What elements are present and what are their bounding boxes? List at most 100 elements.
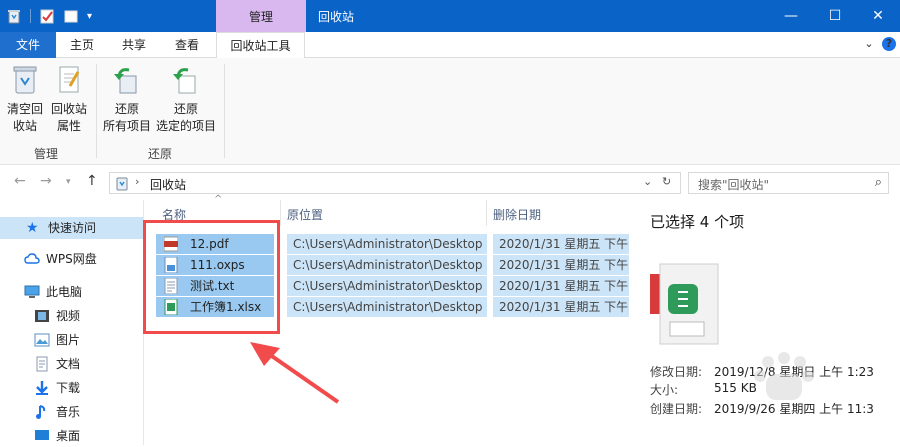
group-divider <box>96 64 97 158</box>
download-icon <box>36 381 48 395</box>
refresh-icon[interactable]: ↻ <box>662 175 671 188</box>
address-bar[interactable]: › 回收站 ⌄ ↻ <box>109 172 681 194</box>
nav-quick-access[interactable]: ★ 快速访问 <box>0 217 143 239</box>
search-box[interactable]: 搜索"回收站" ⌕ <box>688 172 889 194</box>
tab-file[interactable]: 文件 <box>0 32 56 58</box>
navigation-bar: ← → ▾ ↑ › 回收站 ⌄ ↻ 搜索"回收站" ⌕ <box>0 168 900 198</box>
empty-bin-label-1: 清空回 <box>6 102 43 116</box>
nav-wps-drive[interactable]: WPS网盘 <box>24 248 97 270</box>
group-divider <box>224 64 225 158</box>
file-date-deleted: 2020/1/31 星期五 下午 <box>493 297 629 317</box>
nav-label: 快速访问 <box>48 221 97 235</box>
file-location: C:\Users\Administrator\Desktop <box>287 255 487 275</box>
close-button[interactable]: ✕ <box>855 0 900 32</box>
nav-this-pc[interactable]: 此电脑 <box>24 281 82 303</box>
back-arrow-icon[interactable]: ← <box>14 173 26 189</box>
column-divider[interactable] <box>280 200 281 226</box>
tab-home[interactable]: 主页 <box>60 32 104 58</box>
restore-all-icon <box>114 68 137 94</box>
computer-icon <box>24 285 40 298</box>
sort-ascending-icon: ^ <box>214 194 223 205</box>
file-date-deleted: 2020/1/31 星期五 下午 <box>493 234 629 254</box>
help-icon[interactable]: ? <box>882 37 896 51</box>
empty-recycle-bin-button[interactable]: 清空回 收站 <box>4 64 46 135</box>
navigation-pane: ★ 快速访问 WPS网盘 此电脑 视频 图片 文档 下载 音乐 桌面 <box>0 200 143 445</box>
properties-label-2: 属性 <box>56 119 81 133</box>
maximize-button[interactable]: ☐ <box>812 0 858 32</box>
file-location: C:\Users\Administrator\Desktop <box>287 276 487 296</box>
nav-label: WPS网盘 <box>46 252 97 266</box>
divider <box>30 9 31 23</box>
tab-share[interactable]: 共享 <box>112 32 156 58</box>
nav-label: 文档 <box>56 357 81 371</box>
multi-file-preview-icon <box>650 263 719 345</box>
column-header-location[interactable]: 原位置 <box>287 206 323 223</box>
restore-all-label-2: 所有项目 <box>102 119 151 133</box>
nav-label: 桌面 <box>56 429 81 443</box>
customize-toolbar-icon[interactable]: ▾ <box>87 11 92 22</box>
star-icon: ★ <box>26 220 39 236</box>
context-tab-manage[interactable]: 管理 <box>216 0 306 32</box>
nav-documents[interactable]: 文档 <box>34 353 80 375</box>
group-label-restore: 还原 <box>148 147 173 161</box>
highlight-box <box>143 220 280 334</box>
file-date-deleted: 2020/1/31 星期五 下午 <box>493 255 629 275</box>
desktop-icon <box>35 430 49 440</box>
size-label: 大小: <box>650 383 679 397</box>
cloud-icon <box>24 253 40 264</box>
restore-selected-label-2: 选定的项目 <box>155 119 216 133</box>
new-folder-icon[interactable] <box>63 8 79 24</box>
breadcrumb-recycle-bin[interactable]: 回收站 <box>150 176 186 193</box>
window-title: 回收站 <box>318 10 355 24</box>
selection-count: 已选择 4 个项 <box>650 213 745 231</box>
empty-bin-icon <box>13 66 37 94</box>
restore-all-button[interactable]: 还原 所有项目 <box>100 64 154 135</box>
recycle-bin-icon <box>116 177 128 191</box>
restore-all-label-1: 还原 <box>114 102 139 116</box>
nav-videos[interactable]: 视频 <box>34 305 80 327</box>
file-date-deleted: 2020/1/31 星期五 下午 <box>493 276 629 296</box>
document-icon <box>36 356 48 372</box>
restore-selected-icon <box>173 68 196 94</box>
nav-label: 图片 <box>56 333 81 347</box>
nav-pictures[interactable]: 图片 <box>34 329 80 351</box>
forward-arrow-icon[interactable]: → <box>40 173 52 189</box>
nav-label: 下载 <box>56 381 81 395</box>
empty-bin-label-2: 收站 <box>12 119 37 133</box>
restore-selected-button[interactable]: 还原 选定的项目 <box>154 64 218 135</box>
collapse-ribbon-icon[interactable]: ⌄ <box>862 37 876 51</box>
title-bar: ▾ 管理 回收站 — ☐ ✕ <box>0 0 900 32</box>
nav-downloads[interactable]: 下载 <box>34 377 80 399</box>
music-note-icon <box>36 405 46 419</box>
search-placeholder: 搜索"回收站" <box>698 178 770 192</box>
recycle-bin-properties-button[interactable]: 回收站 属性 <box>48 64 90 135</box>
nav-label: 音乐 <box>56 405 81 419</box>
file-location: C:\Users\Administrator\Desktop <box>287 234 487 254</box>
annotation-arrow <box>250 342 340 404</box>
quick-access-toolbar: ▾ <box>6 6 92 26</box>
properties-icon[interactable] <box>39 8 55 24</box>
group-label-manage: 管理 <box>34 147 59 161</box>
properties-label-1: 回收站 <box>50 102 87 116</box>
recent-locations-icon[interactable]: ▾ <box>66 177 71 187</box>
nav-label: 视频 <box>56 309 81 323</box>
tab-recycle-bin-tools[interactable]: 回收站工具 <box>216 32 305 59</box>
column-header-date-deleted[interactable]: 删除日期 <box>493 206 541 223</box>
tab-view[interactable]: 查看 <box>164 32 210 58</box>
search-icon[interactable]: ⌕ <box>875 175 882 190</box>
video-icon <box>35 310 49 322</box>
nav-label: 此电脑 <box>46 285 83 299</box>
column-divider[interactable] <box>486 200 487 226</box>
file-location: C:\Users\Administrator\Desktop <box>287 297 487 317</box>
minimize-button[interactable]: — <box>768 0 814 32</box>
picture-icon <box>34 333 50 347</box>
nav-music[interactable]: 音乐 <box>34 401 80 423</box>
address-dropdown-icon[interactable]: ⌄ <box>643 175 652 188</box>
nav-desktop[interactable]: 桌面 <box>34 425 80 447</box>
ribbon-tabs: 文件 主页 共享 查看 回收站工具 ⌄ ? <box>0 32 900 59</box>
up-arrow-icon[interactable]: ↑ <box>86 173 98 189</box>
ribbon: 清空回 收站 回收站 属性 还原 所有项目 还原 选定的项目 管理 还原 <box>0 58 900 165</box>
watermark-logo <box>754 352 814 400</box>
breadcrumb-chevron-icon[interactable]: › <box>135 175 139 188</box>
properties-icon <box>59 66 80 93</box>
